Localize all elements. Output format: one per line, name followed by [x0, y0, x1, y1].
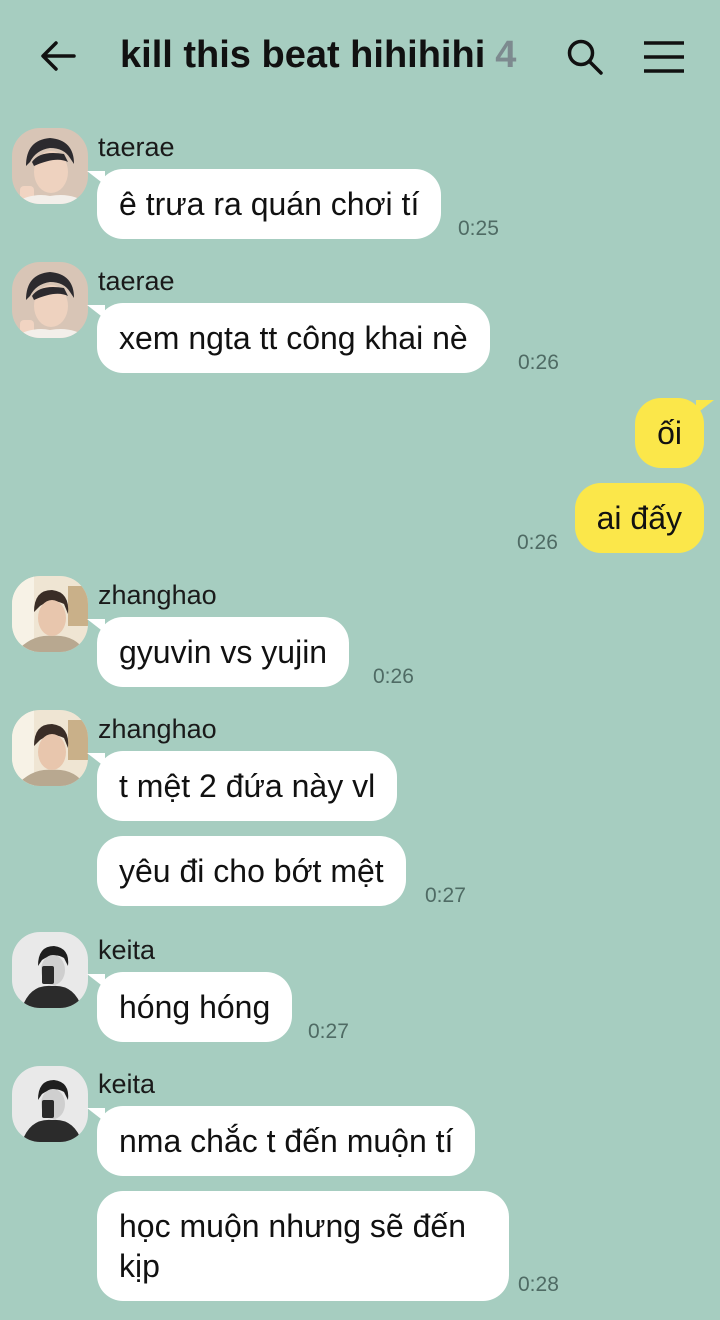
sender-name: keita	[98, 1069, 156, 1099]
back-arrow-icon[interactable]	[38, 36, 78, 76]
message-time: 0:26	[517, 531, 558, 554]
avatar-zhanghao[interactable]	[12, 576, 88, 652]
chat-name: kill this beat hihihihi	[120, 34, 486, 76]
message-bubble[interactable]: xem ngta tt công khai nè	[87, 303, 490, 373]
avatar-taerae[interactable]	[12, 262, 88, 338]
sender-name: keita	[98, 935, 156, 965]
message-bubble[interactable]: gyuvin vs yujin	[86, 617, 350, 687]
my-message-bubble[interactable]: ai đấy	[574, 483, 704, 553]
my-message-bubble[interactable]: ối	[635, 398, 714, 468]
message-time: 0:27	[308, 1020, 349, 1043]
avatar-taerae[interactable]	[12, 128, 88, 204]
sender-name: zhanghao	[98, 714, 217, 744]
message-time: 0:25	[458, 217, 499, 240]
message-time: 0:27	[425, 884, 466, 907]
chat-header: kill this beat hihihihi 4	[0, 0, 720, 114]
message-bubble[interactable]: học muộn nhưng sẽ đến kịp	[97, 1191, 509, 1301]
search-icon[interactable]	[566, 38, 604, 76]
message-bubble[interactable]: yêu đi cho bớt mệt	[97, 836, 406, 906]
sender-name: taerae	[98, 132, 175, 162]
avatar-zhanghao[interactable]	[12, 710, 88, 786]
sender-name: taerae	[98, 266, 175, 296]
message-bubble[interactable]: ê trưa ra quán chơi tí	[86, 169, 442, 239]
message-bubble[interactable]: hóng hóng	[86, 972, 293, 1042]
message-time: 0:28	[518, 1273, 559, 1296]
member-count: 4	[495, 34, 517, 76]
avatar-keita[interactable]	[12, 1066, 88, 1142]
message-time: 0:26	[518, 351, 559, 374]
message-time: 0:26	[373, 665, 414, 688]
avatar-keita[interactable]	[12, 932, 88, 1008]
chat-title: kill this beat hihihihi 4	[120, 34, 516, 77]
menu-icon[interactable]	[642, 38, 686, 76]
message-bubble[interactable]: t mệt 2 đứa này vl	[86, 751, 398, 821]
sender-name: zhanghao	[98, 580, 217, 610]
message-bubble[interactable]: nma chắc t đến muộn tí	[86, 1106, 476, 1176]
